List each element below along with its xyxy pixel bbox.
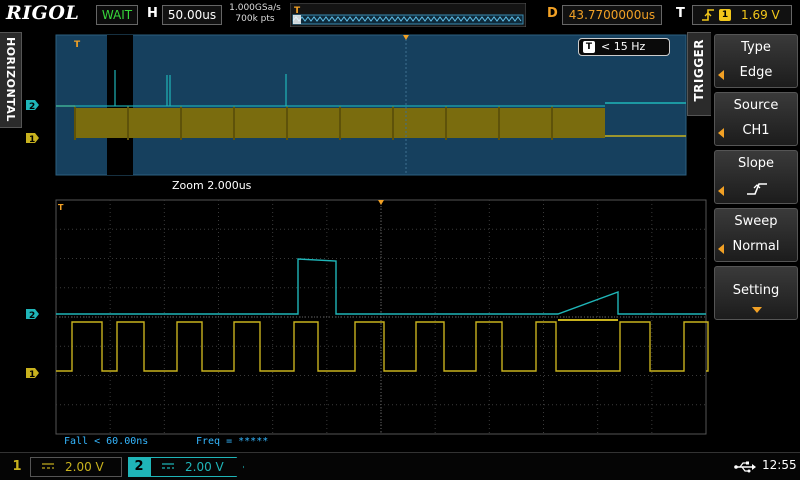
waveform-display[interactable]: T T 2 1 2 1 T < 15 Hz Zoom 2.000us Fall < 60.… <box>24 30 710 452</box>
ch2-overview-marker: 2 <box>29 102 35 112</box>
ch1-zoom-marker: 1 <box>29 370 35 380</box>
trigger-label: T <box>676 6 685 21</box>
brand-logo: RIGOL <box>6 2 80 24</box>
trigger-frequency-badge: T < 15 Hz <box>578 38 670 56</box>
menu-left-arrow-icon <box>718 128 724 138</box>
menu-source-title: Source <box>733 98 779 113</box>
sample-rate-info: 1.000GSa/s 700k pts <box>226 3 284 25</box>
trigger-menu-tab[interactable]: TRIGGER <box>687 32 711 116</box>
menu-source[interactable]: Source CH1 <box>714 92 798 146</box>
trigger-menu: Type Edge Source CH1 Slope Sweep Normal … <box>711 30 800 450</box>
menu-type[interactable]: Type Edge <box>714 34 798 88</box>
channel-bar: 1 2.00 V 2 2.00 V 12:55 <box>0 452 800 480</box>
trigger-status[interactable]: 1 1.69 V <box>692 5 792 25</box>
menu-type-value: Edge <box>739 65 773 80</box>
trigger-frequency-value: < 15 Hz <box>601 40 646 53</box>
menu-left-arrow-icon <box>718 70 724 80</box>
menu-sweep-value: Normal <box>732 239 780 254</box>
ch1-scale-box[interactable]: 2.00 V <box>30 457 122 477</box>
timebase-value[interactable]: 50.00us <box>162 5 222 25</box>
menu-slope-title: Slope <box>737 156 775 171</box>
svg-text:T: T <box>294 6 301 16</box>
menu-sweep-title: Sweep <box>734 214 778 229</box>
zoom-region-marker <box>107 35 133 175</box>
menu-left-arrow-icon <box>718 244 724 254</box>
dc-coupling-icon <box>42 463 54 469</box>
delay-label: D <box>547 6 558 21</box>
ch2-scale-box[interactable]: 2.00 V <box>150 457 244 477</box>
slope-rising-icon <box>747 183 767 195</box>
menu-down-arrow-icon <box>752 307 762 313</box>
menu-slope[interactable]: Slope <box>714 150 798 204</box>
horizontal-tab[interactable]: HORIZONTAL <box>0 32 22 128</box>
trigger-source-badge: 1 <box>719 9 731 21</box>
trigger-level: 1.69 V <box>741 8 780 22</box>
ch1-scale: 2.00 V <box>65 460 104 474</box>
memory-depth: 700k pts <box>235 14 275 24</box>
overview-window <box>55 34 687 176</box>
edge-rising-icon <box>702 9 714 21</box>
memory-position-bar[interactable]: T <box>290 3 526 27</box>
ch1-overview-marker: 1 <box>29 135 35 145</box>
waveform-canvas[interactable]: T T 2 1 2 1 <box>24 30 710 452</box>
measure-frequency: Freq = ***** <box>196 436 269 447</box>
ch2-scale: 2.00 V <box>185 460 224 474</box>
menu-source-value: CH1 <box>742 123 770 138</box>
run-status[interactable]: WAIT <box>96 5 138 25</box>
menu-type-title: Type <box>741 40 771 55</box>
horizontal-tab-label: HORIZONTAL <box>4 37 17 122</box>
menu-left-arrow-icon <box>718 186 724 196</box>
zoom-trigger-marker: T <box>58 203 64 212</box>
clock: 12:55 <box>762 458 797 472</box>
ch2-number[interactable]: 2 <box>128 457 150 477</box>
horizontal-label: H <box>147 6 158 21</box>
ch1-number[interactable]: 1 <box>6 457 28 477</box>
trigger-frequency-icon: T <box>583 41 595 53</box>
measure-fall-time: Fall < 60.00ns <box>64 436 149 447</box>
trigger-menu-title: TRIGGER <box>692 39 706 102</box>
menu-sweep[interactable]: Sweep Normal <box>714 208 798 262</box>
dc-coupling-icon <box>162 463 174 469</box>
ch2-zoom-marker: 2 <box>29 311 35 321</box>
menu-setting-title: Setting <box>732 283 780 298</box>
status-bar: RIGOL WAIT H 50.00us 1.000GSa/s 700k pts… <box>0 0 800 30</box>
sample-rate: 1.000GSa/s <box>229 3 281 13</box>
overview-trigger-marker: T <box>74 40 81 50</box>
zoom-timebase: Zoom 2.000us <box>172 179 252 192</box>
usb-icon <box>734 461 756 473</box>
delay-value[interactable]: 43.7700000us <box>562 5 662 25</box>
menu-setting[interactable]: Setting <box>714 266 798 320</box>
